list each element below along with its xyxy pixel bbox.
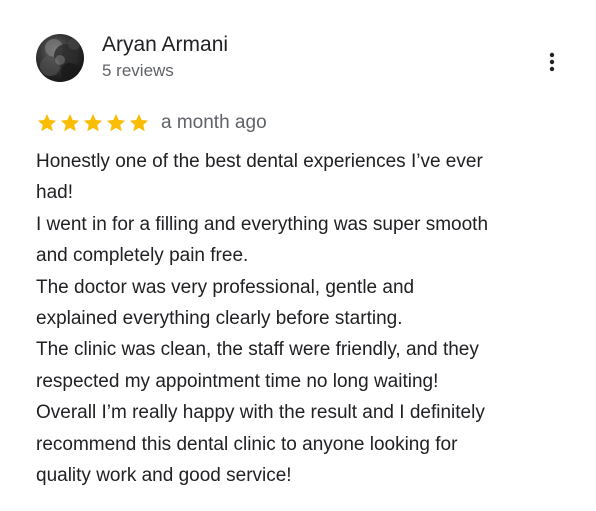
author-name[interactable]: Aryan Armani: [102, 32, 228, 58]
star-icon: [60, 114, 80, 132]
avatar[interactable]: [36, 34, 84, 82]
star-icon: [83, 114, 103, 132]
review-text-line: Honestly one of the best dental experien…: [36, 151, 483, 172]
more-vertical-icon: [549, 52, 555, 72]
review-text-line: respected my appointment time no long wa…: [36, 370, 439, 392]
review-text-line: The clinic was clean, the staff were fri…: [36, 339, 479, 361]
star-icon: [106, 114, 126, 132]
review-text-line: quality work and good service!: [36, 465, 292, 487]
review-text-line: recommend this dental clinic to anyone l…: [36, 433, 458, 455]
star-icon: [37, 114, 57, 132]
star-icon: [129, 114, 149, 132]
review-text-line: I went in for a filling and everything w…: [36, 213, 489, 235]
review-text-line: had!: [36, 182, 73, 204]
more-options-button[interactable]: [540, 48, 564, 76]
review-text: Honestly one of the best dental experien…: [36, 146, 576, 491]
star-rating: [36, 112, 151, 134]
review-text-line: Overall I’m really happy with the result…: [36, 402, 485, 424]
review-text-line: The doctor was very professional, gentle…: [36, 276, 415, 298]
review-text-line: explained everything clearly before star…: [36, 308, 403, 330]
avatar-image: [40, 38, 80, 81]
review-text-line: and completely pain free.: [36, 245, 249, 267]
review-card: Aryan Armani 5 reviews a month ago Hones…: [0, 0, 596, 511]
review-count[interactable]: 5 reviews: [102, 60, 174, 82]
rating-row: a month ago: [36, 110, 267, 136]
review-time: a month ago: [161, 112, 267, 133]
